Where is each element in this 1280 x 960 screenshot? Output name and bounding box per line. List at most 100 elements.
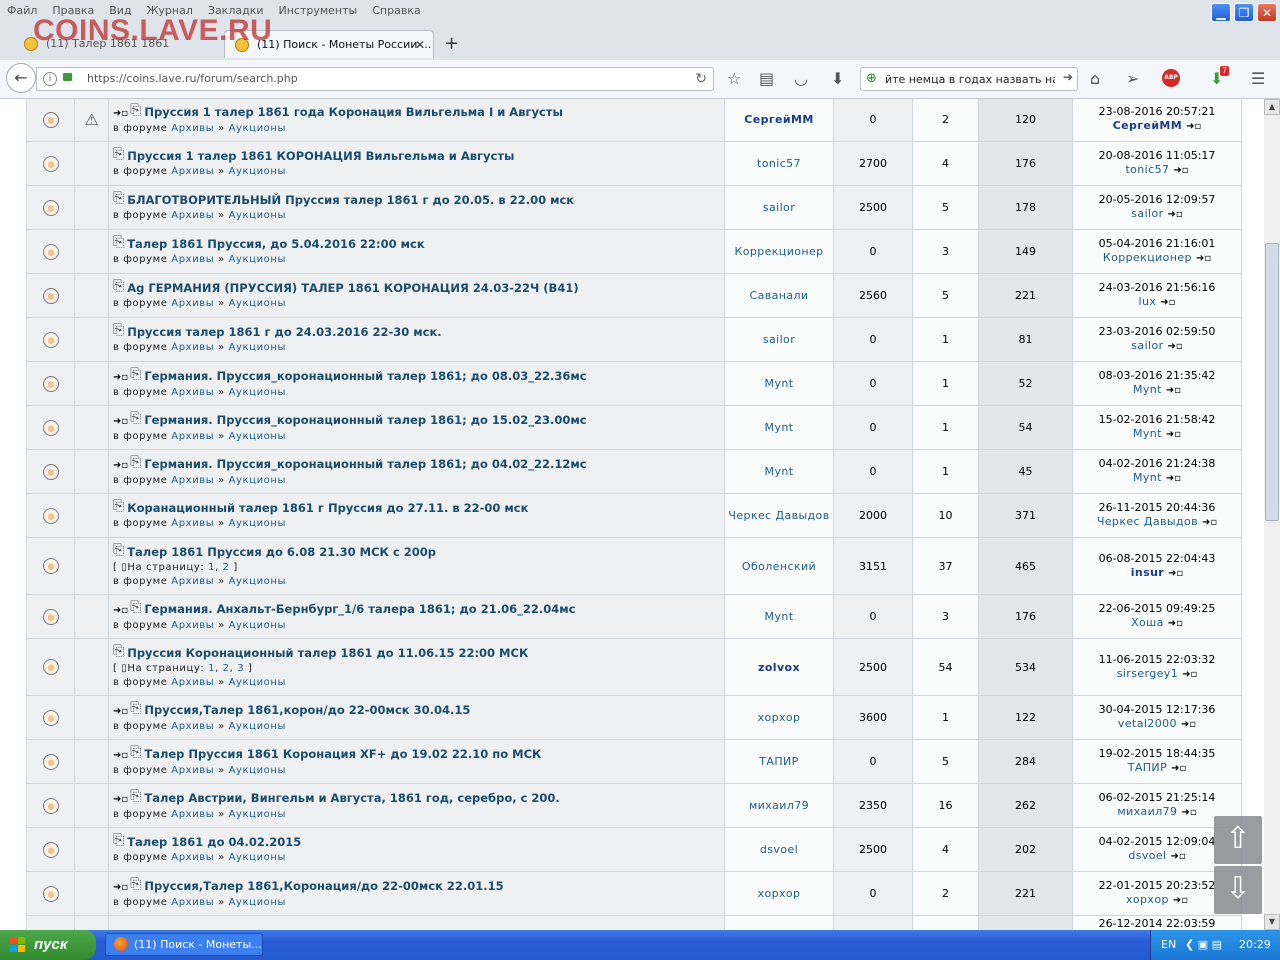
back-button[interactable]: ← (6, 63, 36, 93)
forum-link-auctions[interactable]: Аукционы (229, 765, 286, 776)
goto-last-post-icon[interactable]: ➜▫ (1173, 165, 1188, 176)
author-link[interactable]: Коррекционер (734, 245, 823, 258)
forum-link-archives[interactable]: Архивы (171, 518, 214, 529)
author-link[interactable]: Оболенский (742, 560, 816, 573)
last-post-user-link[interactable]: sailor (1131, 339, 1163, 352)
menu-edit[interactable]: Правка (45, 0, 102, 22)
goto-last-post-icon[interactable]: ➜▫ (1181, 807, 1196, 818)
author-link[interactable]: ТАПИР (759, 755, 798, 768)
forum-link-archives[interactable]: Архивы (171, 852, 214, 863)
last-post-user-link[interactable]: insur (1131, 566, 1164, 579)
topic-title-link[interactable]: Пруссия 1 талер 1861 года Коронация Виль… (144, 105, 563, 119)
goto-last-post-icon[interactable]: ➜▫ (1186, 121, 1201, 132)
vertical-scrollbar[interactable]: ▲ ▼ (1264, 99, 1280, 930)
scroll-down-button[interactable]: ⇩ (1214, 866, 1262, 914)
goto-last-post-icon[interactable]: ➜▫ (1160, 297, 1175, 308)
topic-title-link[interactable]: Германия. Пруссия_коронационный талер 18… (144, 457, 586, 471)
forum-link-archives[interactable]: Архивы (171, 342, 214, 353)
last-post-user-link[interactable]: sailor (1131, 207, 1163, 220)
search-input[interactable] (885, 70, 1055, 88)
forum-link-auctions[interactable]: Аукционы (229, 431, 286, 442)
topic-title-link[interactable]: Пруссия талер 1861 г до 24.03.2016 22-30… (127, 325, 441, 339)
adblock-icon[interactable]: ABP (1162, 69, 1180, 87)
forum-link-auctions[interactable]: Аукционы (229, 123, 286, 134)
forum-link-auctions[interactable]: Аукционы (229, 210, 286, 221)
page-link[interactable]: 2 (223, 562, 230, 573)
forum-link-archives[interactable]: Архивы (171, 576, 214, 587)
author-link[interactable]: sailor (763, 201, 795, 214)
menu-bookmarks[interactable]: Закладки (201, 0, 272, 22)
scrollbar-thumb[interactable] (1265, 243, 1279, 521)
menu-view[interactable]: Вид (102, 0, 139, 22)
scrollbar-down-arrow-icon[interactable]: ▼ (1264, 914, 1280, 930)
last-post-user-link[interactable]: Mynt (1133, 427, 1162, 440)
reload-icon[interactable]: ↻ (695, 70, 707, 88)
forum-link-archives[interactable]: Архивы (171, 897, 214, 908)
author-link[interactable]: хорхор (758, 887, 801, 900)
author-link[interactable]: Mynt (765, 421, 794, 434)
page-link[interactable]: 1 (208, 562, 215, 573)
page-link[interactable]: 1 (208, 663, 215, 674)
topic-title-link[interactable]: БЛАГОТВОРИТЕЛЬНЫЙ Пруссия талер 1861 г д… (127, 193, 574, 207)
author-link[interactable]: zolvox (758, 661, 800, 674)
forum-link-archives[interactable]: Архивы (171, 475, 214, 486)
reader-list-icon[interactable]: ▤ (759, 69, 774, 89)
tab-search-active[interactable]: (11) Поиск - Монеты России ... ✕ (224, 30, 434, 58)
search-engine-icon[interactable]: ⊕ (866, 71, 877, 86)
goto-last-post-icon[interactable]: ➜▫ (1181, 719, 1196, 730)
tab-taler-1861[interactable]: (11) Талер 1861 1861 (14, 30, 224, 58)
send-icon[interactable]: ➢ (1126, 69, 1139, 89)
new-tab-button[interactable]: + (444, 30, 459, 58)
forum-link-archives[interactable]: Архивы (171, 620, 214, 631)
last-post-user-link[interactable]: Mynt (1133, 471, 1162, 484)
topic-title-link[interactable]: Пруссия,Талер 1861,Коронация/до 22-00мск… (144, 879, 503, 893)
forum-link-archives[interactable]: Архивы (171, 123, 214, 134)
goto-last-post-icon[interactable]: ➜▫ (1166, 473, 1181, 484)
last-post-user-link[interactable]: ТАПИР (1128, 761, 1167, 774)
forum-link-archives[interactable]: Архивы (171, 210, 214, 221)
menu-help[interactable]: Справка (365, 0, 428, 22)
topic-title-link[interactable]: Талер 1861 до 04.02.2015 (127, 835, 301, 849)
menu-hamburger-icon[interactable]: ☰ (1251, 69, 1265, 89)
start-button[interactable]: пуск (0, 930, 96, 960)
goto-last-post-icon[interactable]: ➜▫ (1166, 385, 1181, 396)
last-post-user-link[interactable]: Mynt (1133, 383, 1162, 396)
topic-title-link[interactable]: Германия. Анхальт-Бернбург_1/6 талера 18… (144, 602, 575, 616)
forum-link-archives[interactable]: Архивы (171, 809, 214, 820)
search-bar[interactable]: ⊕ ➔ (860, 67, 1078, 91)
forum-link-auctions[interactable]: Аукционы (229, 387, 286, 398)
topic-title-link[interactable]: Талер 1861 Пруссия до 6.08 21.30 МСК с 2… (127, 545, 436, 559)
topic-title-link[interactable]: Коранационный талер 1861 г Пруссия до 27… (127, 501, 528, 515)
author-link[interactable]: Mynt (765, 377, 794, 390)
goto-last-post-icon[interactable]: ➜▫ (1196, 253, 1211, 264)
author-link[interactable]: СергейММ (744, 113, 813, 126)
forum-link-archives[interactable]: Архивы (171, 166, 214, 177)
goto-newest-icon[interactable]: ➜▫ (113, 706, 128, 717)
url-text[interactable]: https://coins.lave.ru/forum/search.php (87, 68, 298, 90)
forum-link-auctions[interactable]: Аукционы (229, 166, 286, 177)
menu-history[interactable]: Журнал (140, 0, 201, 22)
tray-network-icon[interactable]: ❮ ▣ ▤ (1185, 938, 1222, 952)
menu-file[interactable]: Файл (0, 0, 45, 22)
author-link[interactable]: dsvoel (760, 843, 798, 856)
last-post-user-link[interactable]: хорхор (1126, 893, 1169, 906)
last-post-user-link[interactable]: tonic57 (1125, 163, 1169, 176)
goto-newest-icon[interactable]: ➜▫ (113, 460, 128, 471)
goto-newest-icon[interactable]: ➜▫ (113, 108, 128, 119)
address-bar[interactable]: i https://coins.lave.ru/forum/search.php… (36, 67, 714, 91)
forum-link-auctions[interactable]: Аукционы (229, 518, 286, 529)
topic-title-link[interactable]: Талер Пруссия 1861 Коронация XF+ до 19.0… (144, 747, 541, 761)
taskbar-firefox-window[interactable]: (11) Поиск - Монеты... (105, 933, 263, 956)
pocket-icon[interactable]: ◡ (794, 69, 808, 89)
forum-link-auctions[interactable]: Аукционы (229, 897, 286, 908)
language-indicator[interactable]: EN (1161, 930, 1176, 960)
goto-newest-icon[interactable]: ➜▫ (113, 605, 128, 616)
topic-title-link[interactable]: Пруссия 1 талер 1861 КОРОНАЦИЯ Вильгельм… (127, 149, 514, 163)
last-post-user-link[interactable]: Хоша (1131, 616, 1164, 629)
forum-link-auctions[interactable]: Аукционы (229, 721, 286, 732)
scrollbar-up-arrow-icon[interactable]: ▲ (1264, 99, 1280, 115)
goto-last-post-icon[interactable]: ➜▫ (1182, 669, 1197, 680)
goto-newest-icon[interactable]: ➜▫ (113, 372, 128, 383)
goto-newest-icon[interactable]: ➜▫ (113, 750, 128, 761)
author-link[interactable]: Mynt (765, 465, 794, 478)
